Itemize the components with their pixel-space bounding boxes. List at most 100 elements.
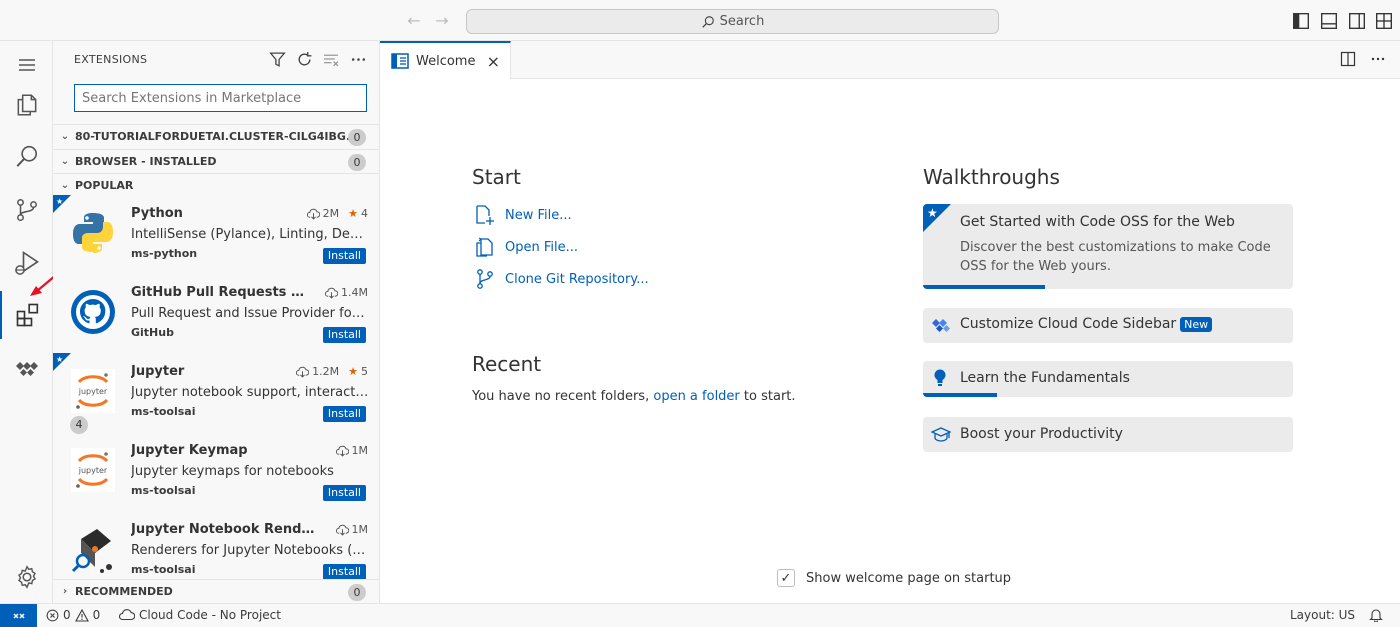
close-icon[interactable]: × xyxy=(487,52,500,71)
warning-icon xyxy=(74,608,89,622)
remote-indicator-button[interactable] xyxy=(0,604,37,627)
walkthrough-title: Boost your Productivity xyxy=(960,426,1123,442)
install-button[interactable]: Install xyxy=(322,564,366,580)
new-file-icon xyxy=(476,205,494,225)
search-extensions-input[interactable] xyxy=(74,84,367,112)
github-logo-icon xyxy=(71,290,115,334)
section-label: RECOMMENDED xyxy=(75,585,173,598)
more-actions-icon[interactable] xyxy=(350,51,367,68)
clone-git-repository-link[interactable]: Clone Git Repository... xyxy=(474,268,649,290)
keyboard-layout-status[interactable]: Layout: US xyxy=(1290,608,1355,622)
section-workspace[interactable]: ⌄ 80-TUTORIALFORDUETAI.CLUSTER-CILG4IBG.… xyxy=(53,124,379,148)
sidebar-title: EXTENSIONS xyxy=(74,53,148,66)
hamburger-menu-icon xyxy=(18,59,35,71)
install-button[interactable]: Install xyxy=(322,327,366,343)
back-arrow-icon[interactable]: ← xyxy=(404,11,424,31)
svg-text:★: ★ xyxy=(927,206,938,220)
more-actions-icon[interactable] xyxy=(1370,51,1386,67)
warning-count: 0 xyxy=(92,608,101,622)
extension-name: Jupyter Notebook Renderers xyxy=(131,522,321,537)
cloud-code-label: Cloud Code - No Project xyxy=(139,608,281,622)
walkthrough-title: Get Started with Code OSS for the Web xyxy=(960,214,1235,230)
activity-bar xyxy=(0,41,69,603)
walkthrough-get-started[interactable]: ★ Get Started with Code OSS for the Web … xyxy=(923,204,1293,289)
recent-heading: Recent xyxy=(472,352,542,376)
filter-icon[interactable] xyxy=(269,51,286,68)
count-badge: 0 xyxy=(348,129,366,146)
section-popular[interactable]: ⌄ POPULAR xyxy=(53,173,379,197)
extension-publisher: ms-toolsai xyxy=(131,563,196,576)
search-button[interactable] xyxy=(0,133,53,181)
star-icon: ★ xyxy=(348,365,358,378)
open-file-link[interactable]: Open File... xyxy=(474,236,578,258)
section-label: POPULAR xyxy=(75,179,134,192)
forward-arrow-icon[interactable]: → xyxy=(432,11,452,31)
welcome-page-icon xyxy=(391,53,409,69)
open-folder-link[interactable]: open a folder xyxy=(653,389,739,404)
extension-item-jupyter[interactable]: ★ jupyter 4 Jupyter 1.2M ★ 5 Jupyter not… xyxy=(53,353,379,434)
extension-item-python[interactable]: ★ Python 2M ★ 4 IntelliSense (Pylance), … xyxy=(53,195,379,274)
count-badge: 0 xyxy=(348,584,366,601)
walkthrough-description: Discover the best customizations to make… xyxy=(960,240,1271,274)
extension-publisher: ms-python xyxy=(131,247,198,260)
section-recommended[interactable]: › RECOMMENDED 0 xyxy=(53,579,379,603)
download-cloud-icon xyxy=(296,366,310,378)
walkthrough-boost-productivity[interactable]: Boost your Productivity xyxy=(923,417,1293,452)
extension-name: GitHub Pull Requests and Issues xyxy=(131,285,306,300)
cloud-icon xyxy=(119,609,135,621)
chevron-down-icon: ⌄ xyxy=(60,131,70,142)
extension-stats: 1.4M xyxy=(325,286,368,299)
new-file-link[interactable]: New File... xyxy=(474,204,572,226)
install-button[interactable]: Install xyxy=(322,406,366,422)
section-browser-installed[interactable]: ⌄ BROWSER - INSTALLED 0 xyxy=(53,149,379,173)
extension-description: Jupyter keymaps for notebooks xyxy=(131,464,334,479)
new-badge: New xyxy=(1180,317,1213,332)
cloud-code-status[interactable]: Cloud Code - No Project xyxy=(119,608,281,622)
tab-welcome[interactable]: Welcome × xyxy=(380,41,511,79)
source-control-icon xyxy=(16,198,37,222)
notifications-button[interactable] xyxy=(1369,608,1383,622)
cloud-code-button[interactable] xyxy=(0,344,53,392)
download-count: 1M xyxy=(351,444,369,457)
command-center-search[interactable]: Search xyxy=(466,9,999,34)
show-on-startup-checkbox[interactable]: ✓ xyxy=(777,569,795,587)
extension-stats: 1.2M ★ 5 xyxy=(296,365,368,378)
problems-indicator[interactable]: 0 0 xyxy=(46,608,100,622)
download-cloud-icon xyxy=(335,445,349,457)
download-count: 1.2M xyxy=(312,365,340,378)
extension-name: Jupyter Keymap xyxy=(131,443,248,458)
extensions-button[interactable] xyxy=(0,291,53,339)
split-editor-icon[interactable] xyxy=(1340,51,1356,67)
extension-description: Jupyter notebook support, interactive pr… xyxy=(131,385,369,400)
welcome-page: Start New File... Open File... Clone Git… xyxy=(380,79,1400,603)
manage-button[interactable] xyxy=(0,553,53,601)
jupyter-logo-icon: jupyter xyxy=(71,369,115,413)
remote-icon xyxy=(12,613,25,619)
extension-item-jupyter-keymap[interactable]: jupyter Jupyter Keymap 1M Jupyter keymap… xyxy=(53,432,379,511)
bell-icon xyxy=(1369,609,1383,622)
open-file-label: Open File... xyxy=(505,239,579,255)
toggle-primary-sidebar-icon[interactable] xyxy=(1292,12,1310,30)
walkthrough-learn-fundamentals[interactable]: Learn the Fundamentals xyxy=(923,361,1293,397)
source-control-button[interactable] xyxy=(0,186,53,234)
python-logo-icon xyxy=(73,213,113,253)
title-bar: ← → Search xyxy=(0,0,1400,41)
notebook-renderers-logo-icon xyxy=(71,529,112,573)
walkthrough-progress xyxy=(923,393,997,397)
refresh-icon[interactable] xyxy=(296,51,313,68)
recent-text-after: to start. xyxy=(743,389,796,404)
chevron-down-icon: ⌄ xyxy=(60,156,70,167)
extension-publisher: GitHub xyxy=(131,326,174,339)
install-button[interactable]: Install xyxy=(322,485,366,501)
clear-results-icon[interactable] xyxy=(323,51,340,68)
toggle-secondary-sidebar-icon[interactable] xyxy=(1348,12,1366,30)
customize-layout-icon[interactable] xyxy=(1375,12,1393,30)
explorer-button[interactable] xyxy=(0,81,53,129)
chevron-right-icon: › xyxy=(62,586,68,597)
extension-item-github-pull-requests[interactable]: GitHub Pull Requests and Issues 1.4M Pul… xyxy=(53,274,379,353)
walkthrough-customize-cloud-code[interactable]: Customize Cloud Code Sidebar New xyxy=(923,308,1293,343)
walkthrough-title: Customize Cloud Code Sidebar xyxy=(960,316,1177,332)
install-button[interactable]: Install xyxy=(322,248,366,264)
sidebar-actions xyxy=(269,51,367,68)
toggle-panel-icon[interactable] xyxy=(1320,12,1338,30)
